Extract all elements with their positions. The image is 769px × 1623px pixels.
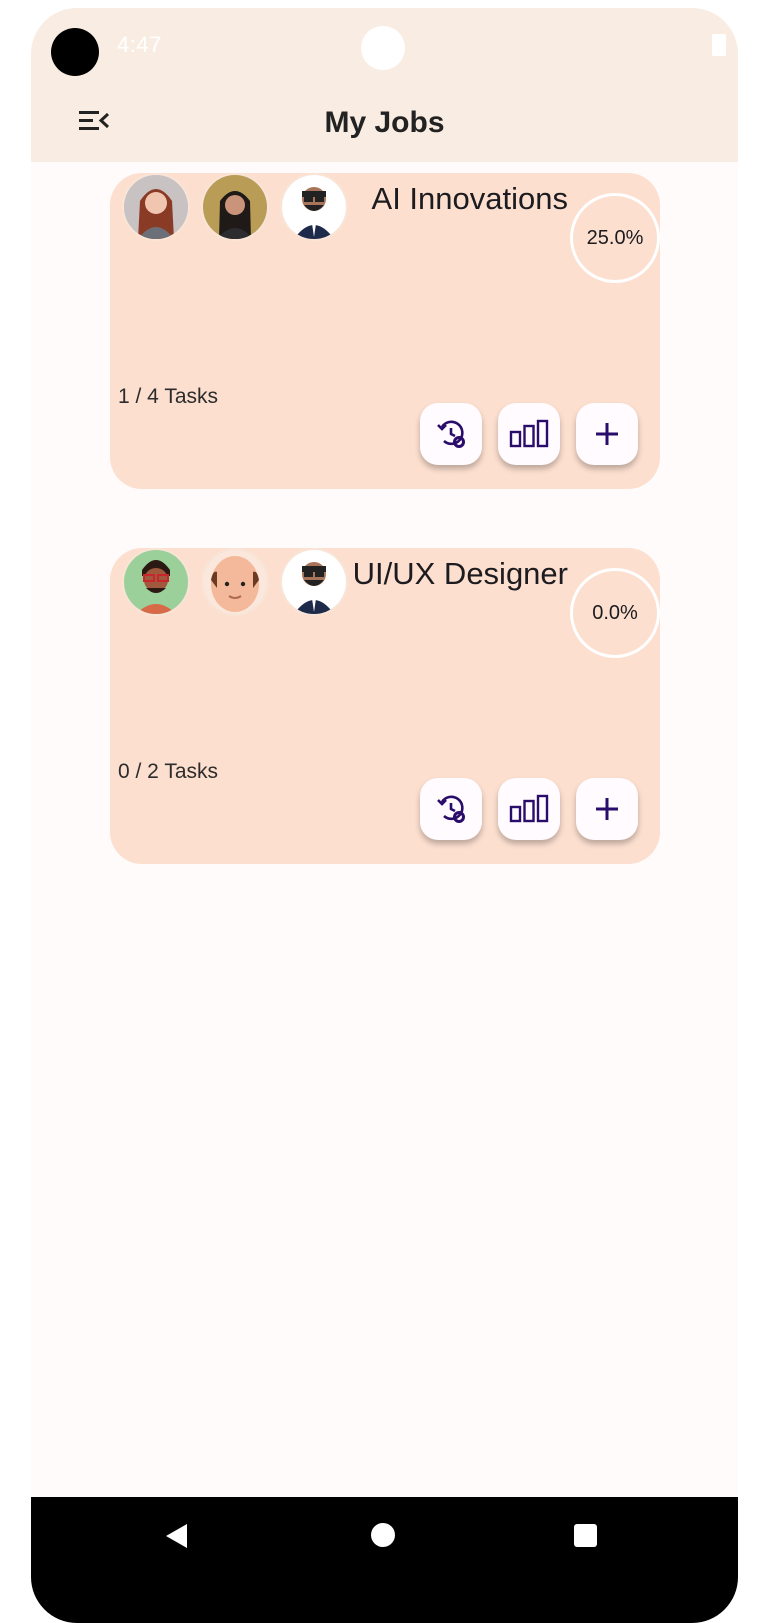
member-avatar [201,173,269,241]
app-bar: 4:47 My Jobs [31,8,738,162]
job-card[interactable]: AI Innovations 25.0% 1 / 4 Tasks [110,173,660,489]
add-icon [596,798,618,820]
member-avatar [280,173,348,241]
progress-indicator: 0.0% [570,568,660,658]
card-actions [420,403,638,465]
status-time: 4:47 [117,32,162,57]
back-icon[interactable] [165,1523,189,1554]
history-settings-icon [437,420,465,448]
stats-button[interactable] [498,778,560,840]
notch-indicator [361,26,405,70]
battery-icon [712,34,726,56]
member-avatar [122,173,190,241]
system-nav-bar [31,1497,738,1623]
add-icon [596,423,618,445]
bar-chart-icon [509,794,549,823]
phone-screen: 4:47 My Jobs AI Innovations 25.0% 1 / 4 … [31,8,738,1623]
member-avatar [280,548,348,616]
task-count: 1 / 4 Tasks [118,385,218,408]
job-title: UI/UX Designer [352,556,568,591]
task-count: 0 / 2 Tasks [118,760,218,783]
member-avatar [201,548,269,616]
page-title: My Jobs [324,106,445,139]
stats-button[interactable] [498,403,560,465]
job-title: AI Innovations [371,181,568,216]
add-task-button[interactable] [576,778,638,840]
bar-chart-icon [509,419,549,448]
card-actions [420,778,638,840]
add-task-button[interactable] [576,403,638,465]
history-settings-icon [437,795,465,823]
history-settings-button[interactable] [420,403,482,465]
home-icon[interactable] [371,1523,395,1547]
job-card[interactable]: UI/UX Designer 0.0% 0 / 2 Tasks [110,548,660,864]
history-settings-button[interactable] [420,778,482,840]
recent-apps-icon[interactable] [574,1524,597,1547]
progress-indicator: 25.0% [570,193,660,283]
front-camera [51,28,99,76]
member-avatar [122,548,190,616]
